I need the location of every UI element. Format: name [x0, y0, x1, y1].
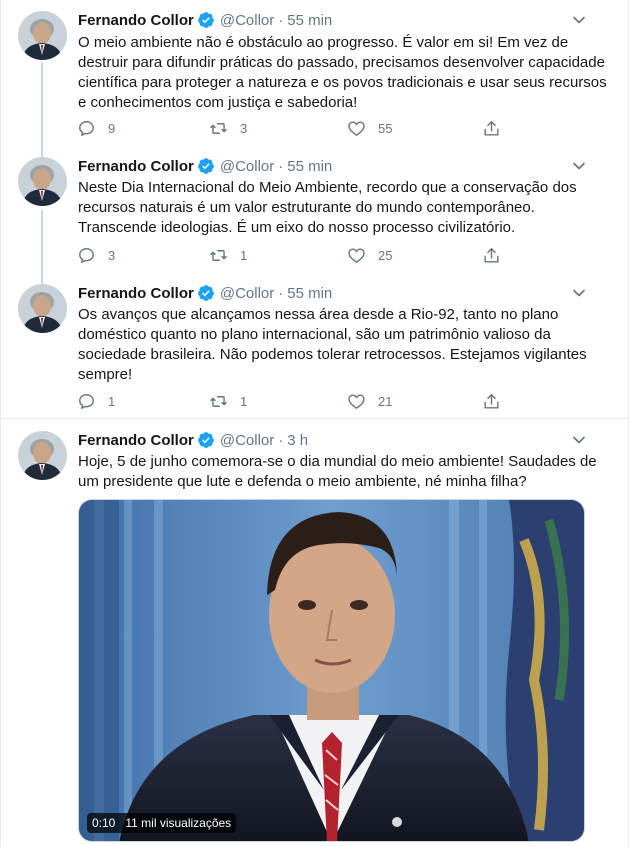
reply-count: 3	[108, 247, 116, 263]
retweet-count: 1	[240, 247, 248, 263]
verified-badge-icon	[197, 432, 214, 448]
reply-count: 9	[108, 120, 116, 136]
retweet-icon	[210, 249, 227, 261]
chevron-down-icon[interactable]	[569, 283, 589, 303]
tweet-header: Fernando Collor @Collor · 3 h	[78, 430, 308, 450]
share-button[interactable]	[482, 390, 501, 412]
like-button[interactable]: 25	[347, 244, 392, 266]
video-view-count: 11 mil visualizações	[125, 816, 232, 830]
like-count: 55	[378, 120, 393, 136]
chevron-down-icon[interactable]	[569, 156, 589, 176]
chevron-down-icon[interactable]	[569, 430, 589, 450]
tweet-1[interactable]: Fernando Collor @Collor · 55 min O meio …	[1, 0, 629, 158]
retweet-button[interactable]: 1	[209, 244, 247, 266]
video-duration: 0:10	[92, 816, 116, 830]
separator-dot: ·	[278, 11, 284, 29]
like-count: 21	[378, 393, 393, 409]
chevron-down-icon[interactable]	[569, 10, 589, 30]
like-count: 25	[378, 247, 393, 263]
author-name[interactable]: Fernando Collor	[78, 285, 194, 302]
tweet-text: Os avanços que alcançamos nessa área des…	[78, 306, 587, 383]
tweet-3[interactable]: Fernando Collor @Collor · 55 min Os avan…	[1, 275, 629, 418]
separator-dot: ·	[278, 284, 284, 302]
verified-badge-icon	[197, 12, 214, 28]
avatar[interactable]	[18, 11, 67, 60]
share-icon	[484, 393, 499, 409]
author-handle[interactable]: @Collor	[220, 12, 274, 29]
share-icon	[484, 120, 499, 136]
share-button[interactable]	[482, 117, 501, 139]
timestamp[interactable]: 55 min	[287, 158, 332, 175]
separator-dot: ·	[278, 157, 284, 175]
video-player[interactable]: 0:10 11 mil visualizações	[78, 499, 585, 842]
reply-button[interactable]: 9	[77, 117, 115, 139]
like-icon	[348, 393, 365, 409]
author-handle[interactable]: @Collor	[220, 432, 274, 449]
verified-badge-icon	[197, 285, 214, 301]
thread-line	[41, 148, 43, 156]
verified-badge-icon	[197, 158, 214, 174]
tweet-header: Fernando Collor @Collor · 55 min	[78, 283, 332, 303]
like-button[interactable]: 21	[347, 390, 392, 412]
author-handle[interactable]: @Collor	[220, 158, 274, 175]
reply-icon	[79, 393, 94, 409]
share-button[interactable]	[482, 244, 501, 266]
tweet-header: Fernando Collor @Collor · 55 min	[78, 156, 332, 176]
like-icon	[348, 120, 365, 136]
thread-line	[41, 210, 43, 285]
tweet-actions: 1 1 21	[77, 390, 507, 412]
like-button[interactable]: 55	[347, 117, 392, 139]
retweet-count: 3	[240, 120, 248, 136]
author-name[interactable]: Fernando Collor	[78, 432, 194, 449]
retweet-icon	[210, 395, 227, 407]
tweet-text: O meio ambiente não é obstáculo ao progr…	[78, 34, 607, 111]
tweet-header: Fernando Collor @Collor · 55 min	[78, 10, 332, 30]
author-handle[interactable]: @Collor	[220, 285, 274, 302]
reply-icon	[79, 247, 94, 263]
video-info-badge: 0:10 11 mil visualizações	[87, 813, 237, 833]
tweet-actions: 3 1 25	[77, 244, 507, 266]
retweet-count: 1	[240, 393, 248, 409]
reply-button[interactable]: 3	[77, 244, 115, 266]
reply-count: 1	[108, 393, 116, 409]
share-icon	[484, 247, 499, 263]
avatar[interactable]	[18, 284, 67, 333]
timeline: Fernando Collor @Collor · 55 min O meio …	[0, 0, 629, 847]
thread-line	[41, 275, 43, 284]
video-frame	[79, 500, 584, 841]
retweet-button[interactable]: 1	[209, 390, 247, 412]
author-name[interactable]: Fernando Collor	[78, 158, 194, 175]
reply-icon	[79, 120, 94, 136]
tweet-2[interactable]: Fernando Collor @Collor · 55 min Neste D…	[1, 148, 629, 285]
timestamp[interactable]: 55 min	[287, 285, 332, 302]
reply-button[interactable]: 1	[77, 390, 115, 412]
thread-line	[41, 62, 43, 158]
avatar[interactable]	[18, 431, 67, 480]
avatar[interactable]	[18, 157, 67, 206]
timestamp[interactable]: 55 min	[287, 12, 332, 29]
separator-dot: ·	[278, 431, 284, 449]
tweet-actions: 9 3 55	[77, 117, 507, 139]
tweet-text: Neste Dia Internacional do Meio Ambiente…	[78, 179, 577, 236]
retweet-button[interactable]: 3	[209, 117, 247, 139]
like-icon	[348, 247, 365, 263]
author-name[interactable]: Fernando Collor	[78, 12, 194, 29]
tweet-text: Hoje, 5 de junho comemora-se o dia mundi…	[78, 453, 597, 490]
retweet-icon	[210, 122, 227, 134]
timestamp[interactable]: 3 h	[287, 432, 308, 449]
